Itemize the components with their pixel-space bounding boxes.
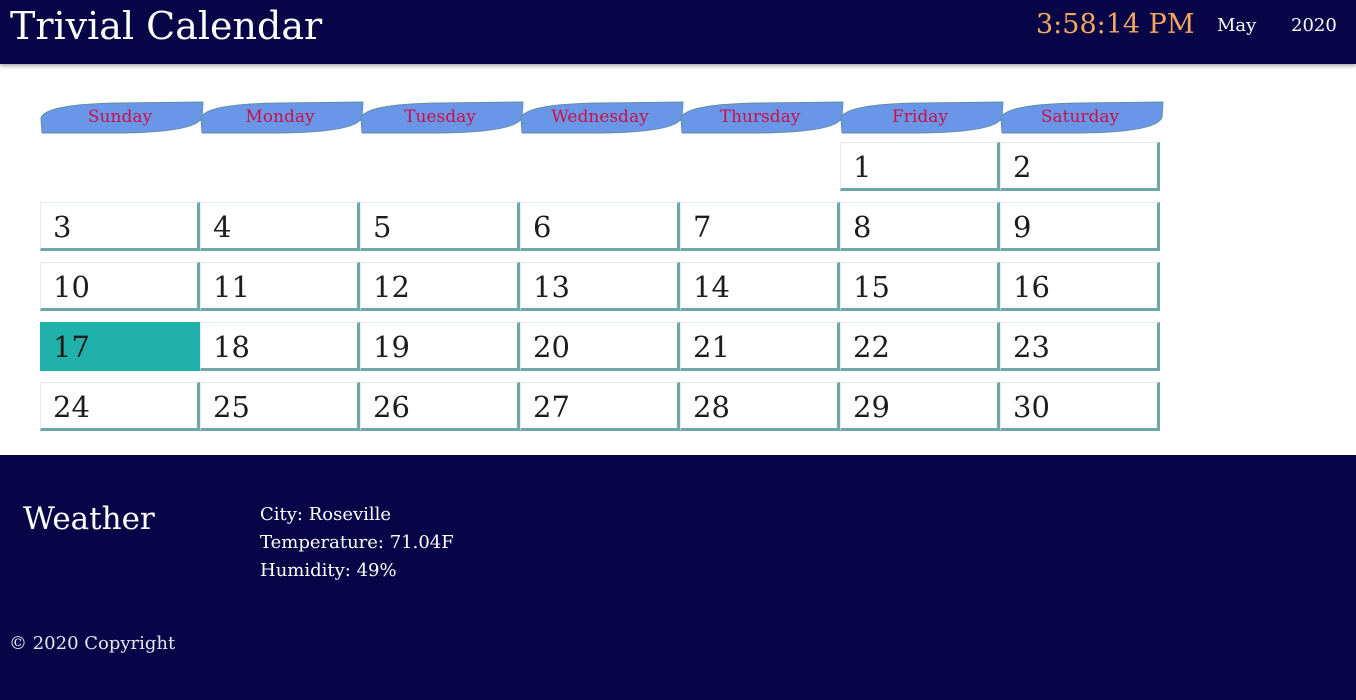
day-cell[interactable]: 18 (200, 322, 360, 371)
day-cell[interactable]: 7 (680, 202, 840, 251)
day-cell[interactable]: 3 (40, 202, 200, 251)
weekday-tuesday: Tuesday (360, 100, 524, 134)
day-number: 1 (853, 150, 872, 184)
day-number: 26 (373, 390, 410, 424)
day-number: 15 (853, 270, 890, 304)
day-number: 14 (693, 270, 730, 304)
day-number: 18 (213, 330, 250, 364)
weekday-saturday: Saturday (1000, 100, 1164, 134)
weekday-label: Sunday (87, 107, 153, 127)
weekday-label: Tuesday (404, 107, 476, 127)
day-number: 27 (533, 390, 570, 424)
weekday-wednesday: Wednesday (520, 100, 684, 134)
weekday-monday: Monday (200, 100, 364, 134)
weekday-label: Thursday (719, 107, 801, 127)
day-cell[interactable]: 28 (680, 382, 840, 431)
weather-temperature: Temperature: 71.04F (260, 532, 454, 553)
day-number: 20 (533, 330, 570, 364)
current-time: 3:58:14 PM (1036, 9, 1195, 40)
day-number: 10 (53, 270, 90, 304)
day-number: 5 (373, 210, 392, 244)
day-cell[interactable]: 14 (680, 262, 840, 311)
day-number: 7 (693, 210, 712, 244)
weekday-sunday: Sunday (40, 100, 204, 134)
day-cell[interactable]: 6 (520, 202, 680, 251)
day-number: 25 (213, 390, 250, 424)
day-cell[interactable]: 4 (200, 202, 360, 251)
day-number: 3 (53, 210, 72, 244)
day-cell[interactable]: 13 (520, 262, 680, 311)
day-cell[interactable]: 2 (1000, 142, 1160, 191)
weekday-label: Monday (245, 107, 315, 127)
day-cell[interactable]: 9 (1000, 202, 1160, 251)
day-cell[interactable]: 21 (680, 322, 840, 371)
day-number: 17 (53, 330, 90, 364)
day-cell[interactable]: 11 (200, 262, 360, 311)
day-cell[interactable]: 22 (840, 322, 1000, 371)
weekday-label: Wednesday (551, 107, 649, 127)
weekday-header-row: Sunday Monday Tuesday Wednesday Thursday Frid… (40, 100, 1164, 136)
app-title: Trivial Calendar (10, 4, 323, 48)
day-number: 8 (853, 210, 872, 244)
day-number: 2 (1013, 150, 1032, 184)
day-cell[interactable]: 12 (360, 262, 520, 311)
day-cell[interactable]: 30 (1000, 382, 1160, 431)
day-cell[interactable]: 15 (840, 262, 1000, 311)
weather-heading: Weather (23, 501, 155, 537)
day-cell[interactable]: 26 (360, 382, 520, 431)
weather-city: City: Roseville (260, 504, 392, 525)
weekday-friday: Friday (840, 100, 1004, 134)
day-number: 22 (853, 330, 890, 364)
day-cell[interactable]: 27 (520, 382, 680, 431)
day-cell[interactable]: 16 (1000, 262, 1160, 311)
weather-info: City: Roseville Temperature: 71.04F Humi… (260, 501, 454, 585)
current-month[interactable]: May (1217, 14, 1256, 38)
day-cell[interactable]: 10 (40, 262, 200, 311)
weekday-thursday: Thursday (680, 100, 844, 134)
day-number: 30 (1013, 390, 1050, 424)
day-cell-today[interactable]: 17 (40, 322, 200, 371)
footer: Weather City: Roseville Temperature: 71.… (0, 455, 1356, 700)
day-number: 24 (53, 390, 90, 424)
day-cell[interactable]: 29 (840, 382, 1000, 431)
app-header: Trivial Calendar 3:58:14 PM May 2020 (0, 0, 1356, 64)
day-number: 4 (213, 210, 232, 244)
day-number: 29 (853, 390, 890, 424)
current-year[interactable]: 2020 (1291, 14, 1337, 38)
day-cell[interactable]: 5 (360, 202, 520, 251)
day-cell[interactable]: 25 (200, 382, 360, 431)
day-number: 6 (533, 210, 552, 244)
day-cell[interactable]: 8 (840, 202, 1000, 251)
weekday-label: Saturday (1040, 107, 1120, 127)
day-number: 9 (1013, 210, 1032, 244)
weekday-label: Friday (892, 107, 948, 127)
day-cell[interactable]: 19 (360, 322, 520, 371)
day-number: 12 (373, 270, 410, 304)
day-number: 16 (1013, 270, 1050, 304)
day-number: 13 (533, 270, 570, 304)
copyright-text: © 2020 Copyright (9, 633, 176, 654)
day-cell[interactable]: 1 (840, 142, 1000, 191)
day-cell[interactable]: 24 (40, 382, 200, 431)
day-cell[interactable]: 20 (520, 322, 680, 371)
weather-humidity: Humidity: 49% (260, 560, 397, 581)
day-number: 11 (213, 270, 250, 304)
day-number: 28 (693, 390, 730, 424)
day-cell[interactable]: 23 (1000, 322, 1160, 371)
day-number: 21 (693, 330, 730, 364)
day-number: 19 (373, 330, 410, 364)
day-number: 23 (1013, 330, 1050, 364)
